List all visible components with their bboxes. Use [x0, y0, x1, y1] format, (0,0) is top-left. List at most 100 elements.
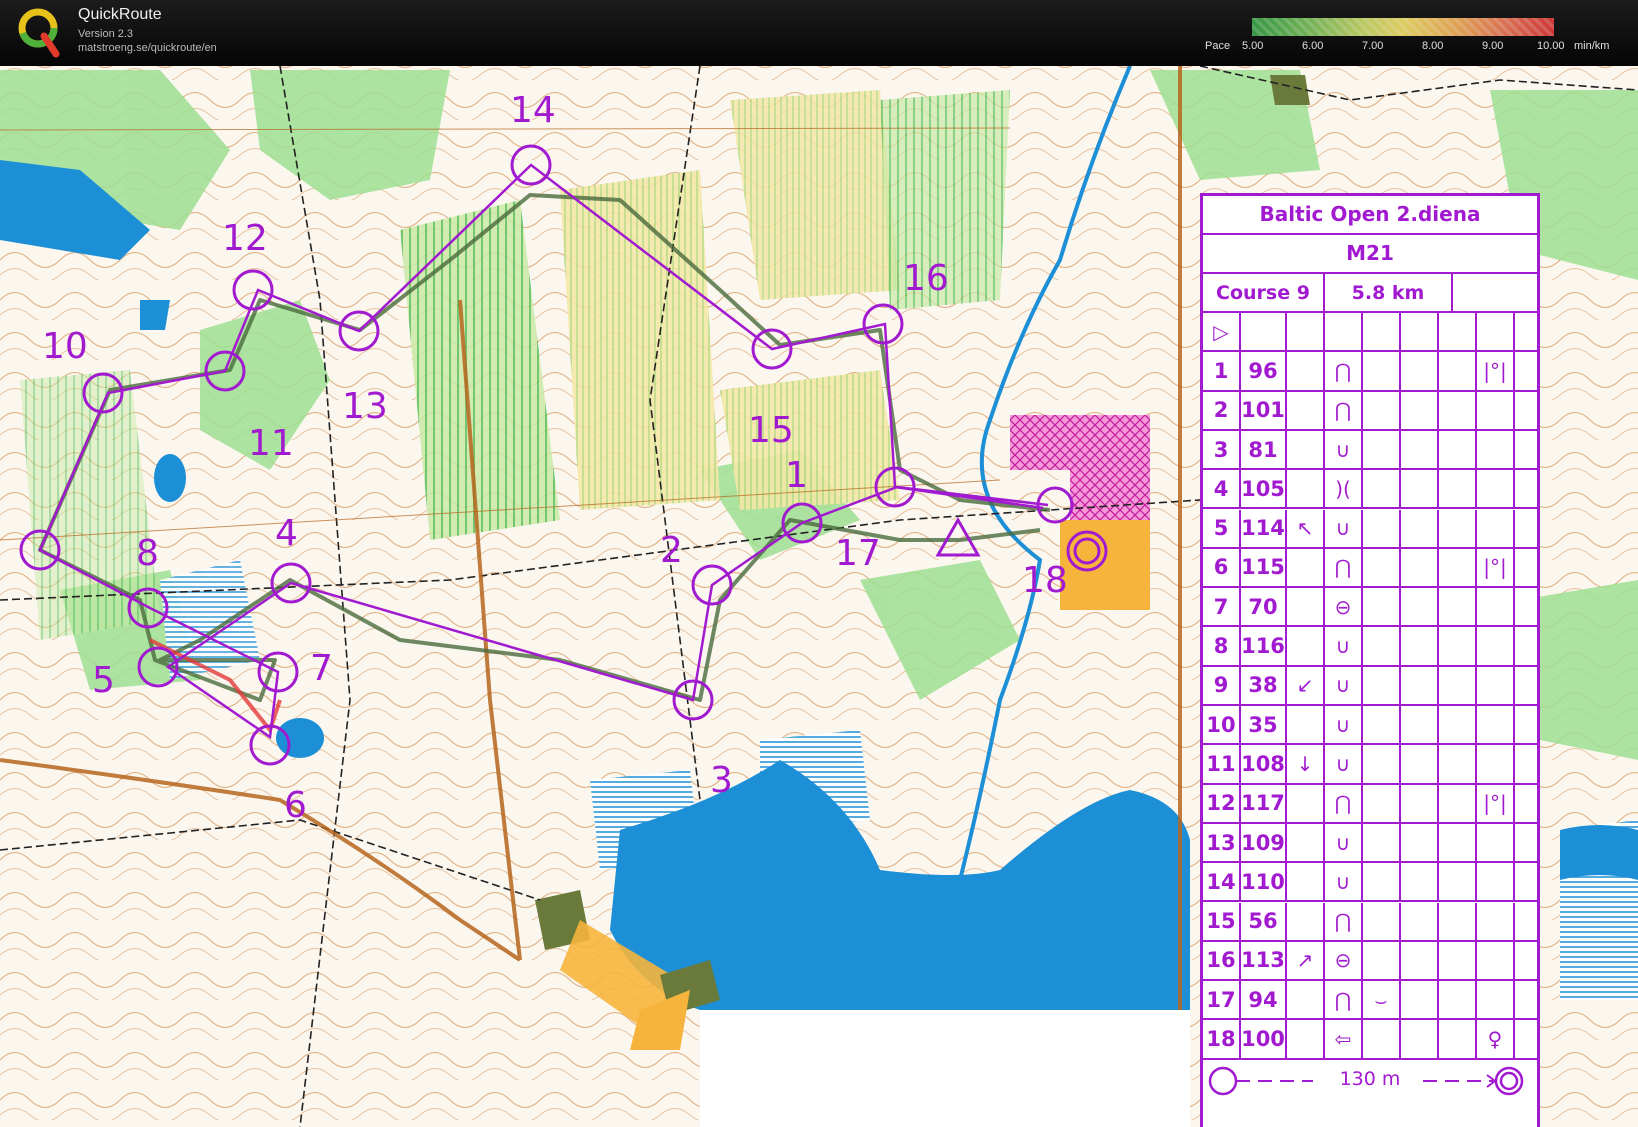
pace-tick: 6.00: [1302, 40, 1324, 52]
start-row: ▷: [1203, 313, 1537, 353]
blank-cell: [1439, 1020, 1477, 1058]
control-row: 14 110 ∪: [1203, 863, 1537, 903]
blank-cell: [1515, 392, 1537, 429]
control-row: 11 108 ↓ ∪: [1203, 745, 1537, 785]
control-number: 7: [310, 648, 333, 689]
control-seq: 11: [1203, 745, 1241, 783]
detail-icon: [1363, 745, 1401, 783]
feature-icon: )(: [1325, 470, 1363, 508]
blank-cell: [1477, 313, 1515, 351]
feature-icon: ⋂: [1325, 391, 1363, 429]
location-icon: [1477, 902, 1515, 940]
detail-icon: [1363, 1020, 1401, 1058]
location-icon: |°|: [1477, 548, 1515, 587]
control-code: 110: [1241, 863, 1287, 901]
feature-icon: ∪: [1325, 745, 1363, 783]
control-seq: 15: [1203, 902, 1241, 940]
blank-cell: [1401, 1020, 1439, 1058]
detail-icon: [1363, 823, 1401, 862]
direction-icon: [1287, 548, 1325, 587]
blank-cell: [1515, 470, 1537, 507]
blank-cell: [1439, 863, 1477, 901]
blank-cell: [1515, 785, 1537, 822]
feature-icon: ∪: [1325, 823, 1363, 862]
direction-icon: [1287, 706, 1325, 744]
detail-icon: [1363, 391, 1401, 429]
direction-icon: [1287, 902, 1325, 940]
pace-tick: 8.00: [1422, 40, 1444, 52]
control-seq: 16: [1203, 941, 1241, 980]
control-seq: 13: [1203, 823, 1241, 862]
location-icon: [1477, 706, 1515, 744]
blank-cell: [1401, 548, 1439, 587]
blank-cell: [1401, 941, 1439, 980]
blank-cell: [1401, 706, 1439, 744]
blank-cell: [1515, 588, 1537, 625]
blank-cell: [1325, 313, 1363, 351]
control-code: 94: [1241, 981, 1287, 1019]
control-row: 16 113 ↗ ⊖: [1203, 941, 1537, 982]
direction-icon: ↓: [1287, 745, 1325, 783]
blank-cell: [1401, 588, 1439, 626]
direction-icon: [1287, 470, 1325, 508]
direction-icon: [1287, 627, 1325, 665]
location-icon: [1477, 430, 1515, 469]
control-row: 10 35 ∪: [1203, 706, 1537, 746]
location-icon: [1477, 509, 1515, 547]
direction-icon: [1287, 1020, 1325, 1058]
feature-icon: ∪: [1325, 666, 1363, 704]
blank-cell: [1439, 941, 1477, 980]
control-number: 14: [510, 90, 556, 131]
blank-cell: [1287, 313, 1325, 351]
direction-icon: ↙: [1287, 666, 1325, 704]
blank-cell: [1439, 588, 1477, 626]
detail-icon: [1363, 430, 1401, 469]
control-code: 117: [1241, 784, 1287, 822]
blank-cell: [1439, 509, 1477, 547]
control-row: 3 81 ∪: [1203, 430, 1537, 471]
direction-icon: ↖: [1287, 509, 1325, 547]
blank-cell: [1401, 313, 1439, 351]
control-code: 100: [1241, 1020, 1287, 1058]
direction-icon: [1287, 823, 1325, 862]
blank-cell: [1439, 745, 1477, 783]
blank-cell: [1401, 470, 1439, 508]
feature-icon: ⊖: [1325, 941, 1363, 980]
blank-cell: [1439, 391, 1477, 429]
control-seq: 5: [1203, 509, 1241, 547]
control-number: 6: [284, 785, 307, 826]
feature-icon: ⋂: [1325, 784, 1363, 822]
control-code: 113: [1241, 941, 1287, 980]
feature-icon: ⋂: [1325, 981, 1363, 1019]
location-icon: |°|: [1477, 784, 1515, 822]
blank-cell: [1515, 863, 1537, 900]
app-url: matstroeng.se/quickroute/en: [78, 42, 217, 54]
course-name: Course 9: [1203, 274, 1325, 311]
detail-icon: [1363, 784, 1401, 822]
blank-cell: [1241, 313, 1287, 351]
blank-cell: [1401, 391, 1439, 429]
control-seq: 14: [1203, 863, 1241, 901]
blank-cell: [1515, 510, 1537, 547]
control-code: 105: [1241, 470, 1287, 508]
blank-cell: [1439, 784, 1477, 822]
orienteering-map[interactable]: 1 2 3 4 5 6 7 8 10 11 12 13 14 15 16 17 …: [0, 66, 1638, 1127]
control-code: 101: [1241, 391, 1287, 429]
course-info-row: Course 9 5.8 km: [1203, 274, 1537, 313]
blank-cell: [1439, 430, 1477, 469]
location-icon: [1477, 627, 1515, 665]
detail-icon: [1363, 548, 1401, 587]
control-code: 38: [1241, 666, 1287, 704]
feature-icon: ⋂: [1325, 902, 1363, 940]
control-number: 8: [136, 533, 159, 574]
blank-cell: [1439, 706, 1477, 744]
direction-icon: ↗: [1287, 941, 1325, 980]
finish-row: 130 m: [1203, 1060, 1537, 1127]
control-row: 17 94 ⋂ ⌣: [1203, 981, 1537, 1021]
blank-cell: [1439, 902, 1477, 940]
location-icon: [1477, 470, 1515, 508]
blank-cell: [1515, 745, 1537, 782]
direction-icon: [1287, 391, 1325, 429]
feature-icon: ⋂: [1325, 548, 1363, 587]
control-seq: 8: [1203, 627, 1241, 665]
